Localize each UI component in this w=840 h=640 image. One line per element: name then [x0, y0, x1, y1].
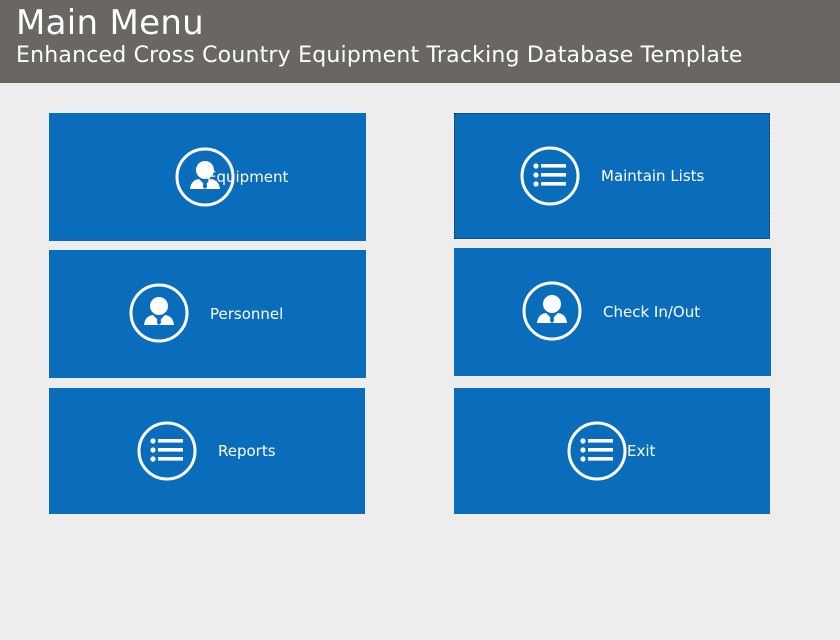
exit-label: Exit — [627, 442, 656, 460]
check-in-out-button[interactable]: Check In/Out — [454, 248, 771, 376]
personnel-button[interactable]: Personnel — [49, 250, 366, 378]
reports-label: Reports — [218, 442, 276, 460]
equipment-button[interactable]: Equipment — [49, 113, 366, 241]
check-in-out-label: Check In/Out — [603, 303, 701, 321]
reports-button[interactable]: Reports — [49, 388, 365, 514]
person-icon — [129, 283, 189, 343]
maintain-lists-button[interactable]: Maintain Lists — [454, 113, 770, 239]
page-title: Main Menu — [16, 3, 205, 43]
maintain-lists-label: Maintain Lists — [601, 167, 705, 185]
list-icon — [137, 421, 197, 481]
app-header: Main Menu Enhanced Cross Country Equipme… — [0, 0, 840, 83]
personnel-label: Personnel — [210, 305, 284, 323]
page-subtitle: Enhanced Cross Country Equipment Trackin… — [16, 43, 743, 68]
person-icon — [522, 281, 582, 341]
list-icon — [567, 421, 627, 481]
list-icon — [520, 146, 580, 206]
exit-button[interactable]: Exit — [454, 388, 770, 514]
equipment-label: Equipment — [207, 168, 289, 186]
